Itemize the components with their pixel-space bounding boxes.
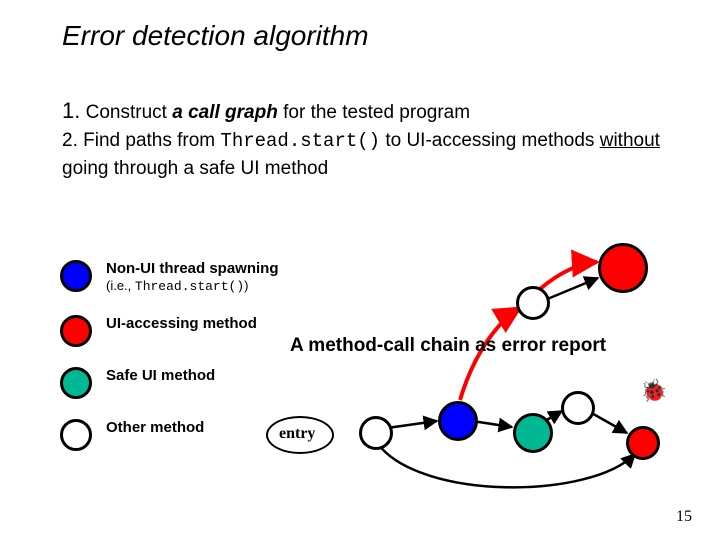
legend-teal-circle-icon — [60, 367, 92, 399]
legend-blue-sub-a: (i.e., — [106, 278, 135, 293]
bug-icon: 🐞 — [640, 378, 667, 404]
legend-row-safeui: Safe UI method — [60, 367, 279, 399]
legend: Non-UI thread spawning (i.e., Thread.sta… — [60, 260, 279, 471]
node-entry — [359, 416, 393, 450]
legend-blue-sub-code: Thread.start() — [135, 279, 244, 294]
step-2-text-a: Find paths from — [78, 130, 221, 151]
step-2-underline: without — [600, 130, 660, 151]
node-other-top — [516, 286, 550, 320]
page-number: 15 — [676, 508, 692, 526]
step-1: 1. Construct a call graph for the tested… — [62, 95, 662, 127]
node-other-mid — [561, 391, 595, 425]
legend-row-ui: UI-accessing method — [60, 315, 279, 347]
legend-blue-circle-icon — [60, 260, 92, 292]
step-2-text-d: going through a safe UI method — [62, 158, 328, 179]
node-spawn — [438, 401, 478, 441]
node-ui-big — [598, 243, 648, 293]
entry-label: entry — [279, 425, 315, 443]
edge-error-whitetop-redbig — [540, 262, 597, 289]
node-ui-small — [626, 426, 660, 460]
edge-blue-teal — [472, 421, 512, 427]
node-safeui — [513, 413, 553, 453]
step-2-code: Thread.start() — [220, 130, 380, 152]
legend-red-label: UI-accessing method — [106, 315, 257, 333]
edge-whitetop-redbig — [545, 278, 598, 300]
legend-row-other: Other method — [60, 419, 279, 451]
step-1-emph: a call graph — [172, 102, 278, 123]
legend-white-label: Other method — [106, 419, 204, 437]
edge-entry-blue — [387, 421, 437, 428]
legend-blue-sub-b: ) — [244, 278, 248, 293]
step-2: 2. Find paths from Thread.start() to UI-… — [62, 127, 662, 183]
step-2-text-b: to UI-accessing methods — [380, 130, 600, 151]
graph-caption: A method-call chain as error report — [290, 335, 606, 357]
legend-blue-sub: (i.e., Thread.start()) — [106, 278, 279, 295]
slide: Error detection algorithm 1. Construct a… — [0, 0, 720, 540]
step-1-text-c: for the tested program — [278, 102, 470, 123]
legend-red-circle-icon — [60, 315, 92, 347]
algorithm-steps: 1. Construct a call graph for the tested… — [62, 95, 662, 183]
step-2-number: 2. — [62, 130, 78, 151]
step-1-number: 1. — [62, 98, 80, 123]
edge-whitemid-redsmall — [588, 411, 627, 433]
legend-blue-title: Non-UI thread spawning — [106, 260, 279, 278]
edge-entry-redsmall — [378, 444, 635, 487]
legend-blue-label: Non-UI thread spawning (i.e., Thread.sta… — [106, 260, 279, 295]
step-1-text-a: Construct — [86, 102, 173, 123]
legend-white-circle-icon — [60, 419, 92, 451]
legend-row-spawn: Non-UI thread spawning (i.e., Thread.sta… — [60, 260, 279, 295]
legend-teal-label: Safe UI method — [106, 367, 215, 385]
slide-title: Error detection algorithm — [62, 20, 369, 52]
